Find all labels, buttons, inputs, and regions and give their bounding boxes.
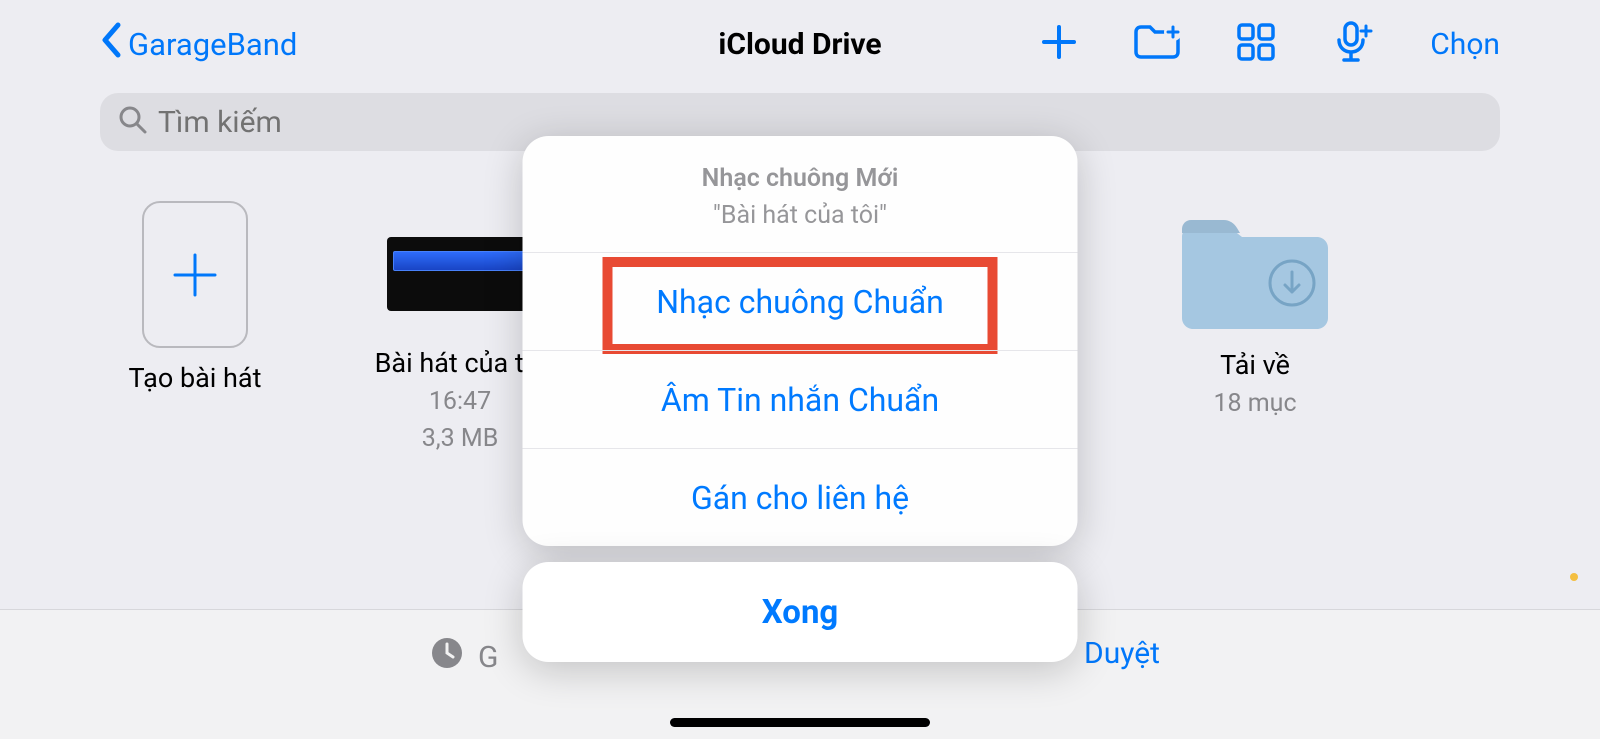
option-standard-ringtone[interactable]: Nhạc chuông Chuẩn xyxy=(523,252,1078,350)
action-sheet-subtitle: "Bài hát của tôi" xyxy=(543,201,1058,230)
done-button[interactable]: Xong xyxy=(523,562,1078,662)
action-sheet-main: Nhạc chuông Mới "Bài hát của tôi" Nhạc c… xyxy=(523,136,1078,546)
option-label: Âm Tin nhắn Chuẩn xyxy=(661,381,939,419)
option-standard-texttone[interactable]: Âm Tin nhắn Chuẩn xyxy=(523,350,1078,448)
action-sheet-title: Nhạc chuông Mới xyxy=(543,164,1058,193)
action-sheet-header: Nhạc chuông Mới "Bài hát của tôi" xyxy=(523,136,1078,252)
done-label: Xong xyxy=(762,593,839,632)
option-label: Gán cho liên hệ xyxy=(691,479,909,517)
action-sheet: Nhạc chuông Mới "Bài hát của tôi" Nhạc c… xyxy=(523,136,1078,662)
option-assign-contact[interactable]: Gán cho liên hệ xyxy=(523,448,1078,546)
option-label: Nhạc chuông Chuẩn xyxy=(656,283,944,321)
